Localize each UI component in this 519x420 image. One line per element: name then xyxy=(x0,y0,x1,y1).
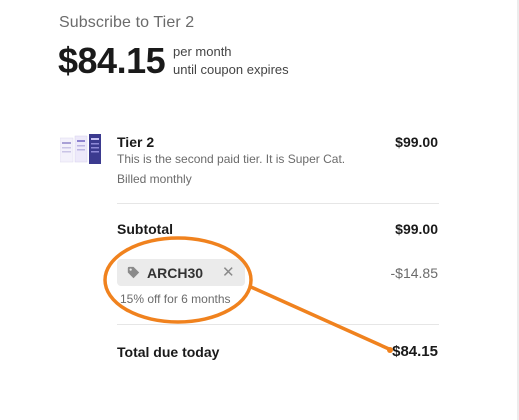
item-name: Tier 2 xyxy=(117,134,155,150)
item-description: This is the second paid tier. It is Supe… xyxy=(117,152,346,166)
subtotal-label: Subtotal xyxy=(117,221,173,237)
remove-coupon-icon[interactable]: ✕ xyxy=(222,265,235,280)
item-price: $99.00 xyxy=(395,134,438,150)
divider xyxy=(117,324,439,325)
discount-amount: -$14.85 xyxy=(390,265,438,281)
page-title: Subscribe to Tier 2 xyxy=(59,14,195,31)
item-billing-period: Billed monthly xyxy=(117,172,192,186)
price-caption-line1: per month xyxy=(173,44,232,59)
total-label: Total due today xyxy=(117,344,220,360)
subtotal-value: $99.00 xyxy=(395,221,438,237)
price-caption: per month until coupon expires xyxy=(173,43,289,79)
total-value: $84.15 xyxy=(392,343,438,360)
product-thumbnail xyxy=(60,134,101,164)
monthly-price: $84.15 xyxy=(58,40,166,81)
price-caption-line2: until coupon expires xyxy=(173,62,289,77)
coupon-terms: 15% off for 6 months xyxy=(120,292,231,306)
tag-icon xyxy=(127,266,140,279)
divider xyxy=(117,203,439,204)
coupon-code: ARCH30 xyxy=(147,264,204,281)
coupon-pill: ARCH30 ✕ xyxy=(117,259,245,286)
annotation-arrow-line xyxy=(249,285,391,351)
